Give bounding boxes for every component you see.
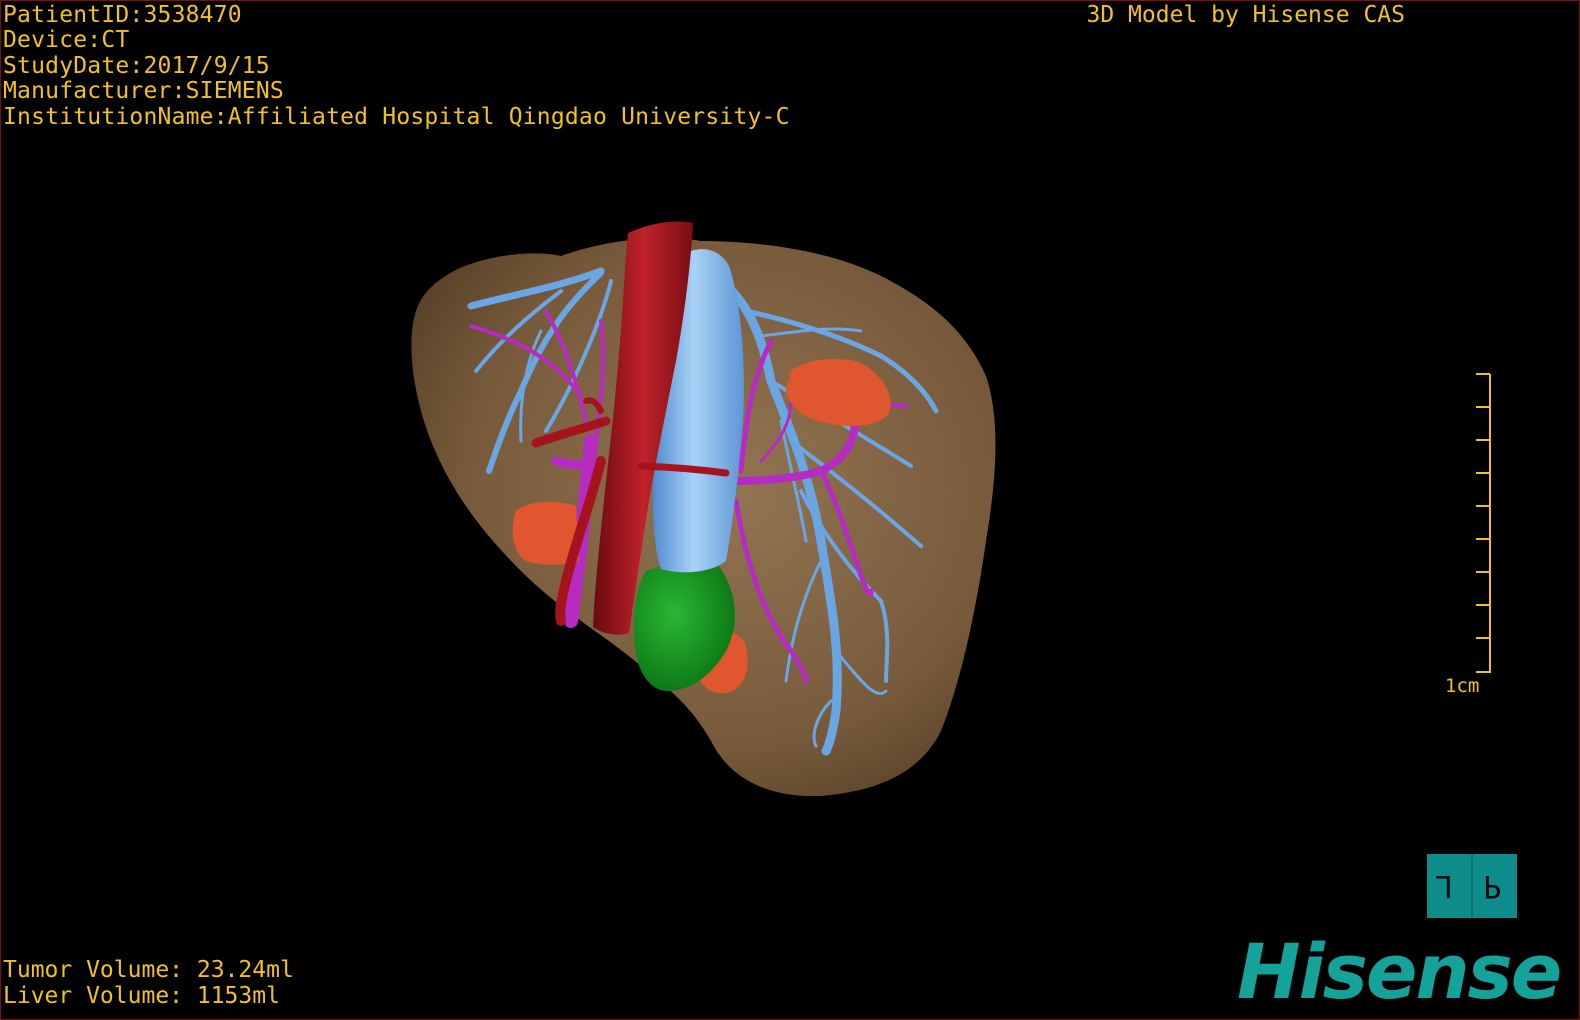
3d-viewport[interactable]: PatientID:3538470 Device:CT StudyDate:20… [0,0,1580,1020]
volume-readouts: Tumor Volume: 23.24ml Liver Volume: 1153… [3,957,294,1009]
institution-name: InstitutionName:Affiliated Hospital Qing… [3,103,790,130]
scale-bar [1476,373,1491,673]
orientation-right-label: P [1483,868,1502,903]
patient-id: PatientID:3538470 [3,2,242,28]
device: Device:CT [3,27,130,54]
patient-info: PatientID:3538470 Device:CT StudyDate:20… [3,2,790,130]
scale-label: 1cm [1445,675,1480,697]
tumor-volume: Tumor Volume: 23.24ml [3,957,294,984]
model-credit: 3D Model by Hisense CAS [1086,2,1406,28]
manufacturer: Manufacturer:SIEMENS [3,78,284,105]
orientation-divider [1471,854,1473,918]
orientation-left-label: L [1436,868,1453,903]
liver-volume: Liver Volume: 1153ml [3,982,280,1009]
liver-3d-model[interactable] [1,1,1580,1020]
study-date: StudyDate:2017/9/15 [3,52,270,79]
hisense-logo: Hisense [1237,927,1562,1016]
orientation-cube[interactable]: L P [1427,854,1517,918]
